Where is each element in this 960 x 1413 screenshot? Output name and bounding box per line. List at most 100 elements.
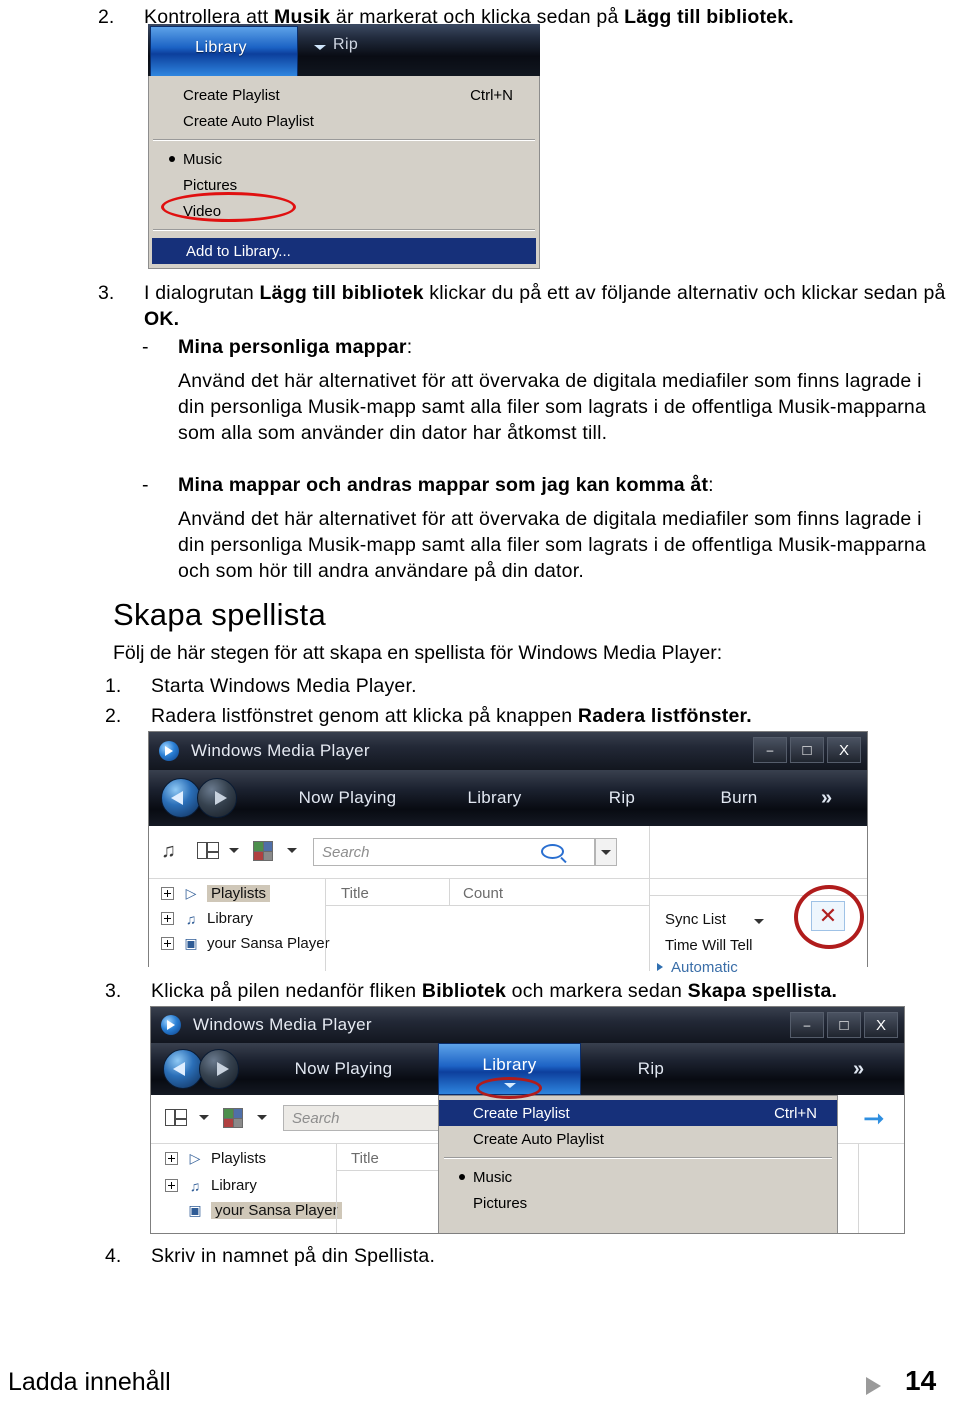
search-dropdown-button[interactable]: [595, 838, 617, 866]
wmp2-tab-burn[interactable]: Burn: [689, 770, 789, 826]
back-button-icon[interactable]: [161, 778, 201, 818]
layout-pane-icon[interactable]: [197, 842, 219, 859]
wmp3-menu-create-playlist[interactable]: Create Playlist Ctrl+N: [439, 1100, 837, 1126]
step-playlist-3-bold-skapa: Skapa spellista.: [687, 980, 838, 1002]
close-button[interactable]: X: [864, 1012, 898, 1038]
step-playlist-1-number: 1.: [105, 675, 122, 697]
column-header-title[interactable]: Title: [341, 885, 369, 902]
step-playlist-2: 2. Radera listfönstret genom att klicka …: [105, 703, 945, 729]
expand-icon[interactable]: [165, 1179, 178, 1192]
tree-item-playlists-label: Playlists: [211, 1150, 267, 1167]
search-icon[interactable]: [541, 844, 564, 859]
expand-icon[interactable]: [161, 912, 174, 925]
maximize-button[interactable]: □: [827, 1012, 861, 1038]
chevron-down-icon[interactable]: [313, 45, 326, 50]
triangle-right-icon: [866, 1377, 881, 1395]
screenshot-library-dropdown: Library Rip Create Playlist Ctrl+N Creat…: [148, 24, 540, 269]
wmp2-col-divider: [449, 879, 450, 905]
wmp2-tree-list-divider: [325, 879, 326, 971]
wmp1-menu-create-auto-playlist[interactable]: Create Auto Playlist: [149, 108, 539, 134]
search-input[interactable]: Search: [313, 838, 595, 866]
bullet-2-content: Mina mappar och andras mappar som jag ka…: [178, 472, 952, 584]
layout-caret-icon[interactable]: [199, 1115, 209, 1120]
annotation-circle-clear-button: [794, 885, 864, 949]
bullet-1-body: Använd det här alternativet för att över…: [178, 370, 927, 444]
wmp3-tab-now-playing[interactable]: Now Playing: [271, 1043, 416, 1095]
wmp1-tabbar: Library Rip: [148, 24, 540, 76]
step-playlist-3-text-a: Klicka på pilen nedanför fliken: [151, 980, 422, 1002]
tree-item-playlists[interactable]: ▷ Playlists: [165, 1150, 266, 1167]
wmp1-tab-library[interactable]: Library: [150, 26, 326, 76]
wmp1-menu-create-playlist-accel: Ctrl+N: [470, 86, 513, 104]
wmp3-window-controls: – □ X: [790, 1012, 898, 1038]
wmp2-tab-rip[interactable]: Rip: [577, 770, 667, 826]
wmp3-menu-create-auto-playlist-label: Create Auto Playlist: [473, 1130, 604, 1148]
wmp2-titlebar: Windows Media Player – □ X: [149, 732, 867, 770]
forward-button-icon[interactable]: [199, 1049, 239, 1089]
tree-item-library[interactable]: ♫ Library: [161, 910, 253, 927]
music-note-icon[interactable]: ♫: [161, 840, 176, 863]
wmp1-menu-create-playlist[interactable]: Create Playlist Ctrl+N: [149, 82, 539, 108]
search-placeholder-label: Search: [292, 1109, 340, 1127]
wmp3-tab-library-label: Library: [482, 1055, 537, 1074]
playlist-icon: ▷: [189, 1150, 201, 1166]
expand-icon[interactable]: [161, 887, 174, 900]
wmp2-more-tabs-chevron-icon[interactable]: »: [821, 787, 832, 810]
wmp3-tabbar: Now Playing Library Rip »: [151, 1043, 904, 1099]
wmp3-more-tabs-chevron-icon[interactable]: »: [853, 1058, 864, 1081]
wmp2-nav-buttons: [161, 778, 237, 818]
step-playlist-3-number: 3.: [105, 980, 122, 1002]
minimize-button[interactable]: –: [753, 737, 787, 763]
wmp2-tab-library-label: Library: [467, 788, 522, 807]
bullet-2-body: Använd det här alternativet för att över…: [178, 508, 927, 582]
step-3-bold-lagg: Lägg till bibliotek: [259, 282, 424, 304]
wmp2-content: ▷ Playlists ♫ Library ▣ your Sansa Playe…: [149, 879, 867, 976]
screenshot-wmp-main: Windows Media Player – □ X Now Playing L…: [148, 731, 868, 976]
maximize-button[interactable]: □: [790, 737, 824, 763]
view-caret-icon[interactable]: [257, 1115, 267, 1120]
bullet-mina-mappar-andras: - Mina mappar och andras mappar som jag …: [142, 472, 952, 584]
step-playlist-2-text: Radera listfönstret genom att klicka på …: [151, 703, 752, 729]
step-playlist-1: 1. Starta Windows Media Player.: [105, 673, 945, 699]
wmp2-tab-library[interactable]: Library: [437, 770, 552, 826]
arrow-right-icon[interactable]: ➞: [863, 1103, 885, 1134]
expand-icon[interactable]: [165, 1152, 178, 1165]
column-header-count[interactable]: Count: [463, 885, 503, 902]
sync-list-caret-icon[interactable]: [754, 919, 764, 924]
wmp3-menu-pictures[interactable]: Pictures: [439, 1190, 837, 1216]
wmp1-menu-music[interactable]: Music: [149, 146, 539, 172]
view-grid-icon[interactable]: [253, 841, 273, 861]
expand-icon[interactable]: [161, 937, 174, 950]
step-playlist-1-text: Starta Windows Media Player.: [151, 675, 417, 697]
wmp1-tab-rip[interactable]: Rip: [333, 36, 358, 54]
search-input[interactable]: Search: [283, 1105, 463, 1131]
radio-selected-icon: [169, 156, 175, 162]
device-icon: ▣: [184, 935, 198, 951]
forward-button-icon[interactable]: [197, 778, 237, 818]
tree-item-sansa-player[interactable]: ▣ your Sansa Player: [161, 935, 330, 952]
back-button-icon[interactable]: [163, 1049, 203, 1089]
column-header-title[interactable]: Title: [351, 1150, 379, 1167]
search-placeholder-label: Search: [322, 843, 370, 861]
layout-caret-icon[interactable]: [229, 848, 239, 853]
layout-pane-icon[interactable]: [165, 1109, 187, 1126]
wmp-logo-icon: [161, 1015, 181, 1035]
sync-automatic-label[interactable]: Automatic: [671, 959, 738, 976]
tree-item-sansa-player[interactable]: ▣ your Sansa Player: [186, 1202, 342, 1219]
sync-list-label[interactable]: Sync List: [665, 911, 726, 928]
view-caret-icon[interactable]: [287, 848, 297, 853]
wmp3-tab-rip[interactable]: Rip: [606, 1043, 696, 1095]
tree-item-playlists[interactable]: ▷ Playlists: [161, 885, 271, 902]
wmp2-right-pane-divider: [649, 879, 650, 971]
close-button[interactable]: X: [827, 737, 861, 763]
wmp3-menu-create-auto-playlist[interactable]: Create Auto Playlist: [439, 1126, 837, 1152]
tree-item-library[interactable]: ♫ Library: [165, 1177, 257, 1194]
wmp3-title-label: Windows Media Player: [193, 1015, 372, 1034]
wmp1-menu-add-to-library[interactable]: Add to Library...: [152, 238, 536, 264]
bullet-2-title: Mina mappar och andras mappar som jag ka…: [178, 474, 709, 496]
step-playlist-3-text: Klicka på pilen nedanför fliken Bibliote…: [151, 978, 837, 1004]
view-grid-icon[interactable]: [223, 1108, 243, 1128]
minimize-button[interactable]: –: [790, 1012, 824, 1038]
wmp3-menu-music[interactable]: Music: [439, 1164, 837, 1190]
wmp2-tab-now-playing[interactable]: Now Playing: [275, 770, 420, 826]
